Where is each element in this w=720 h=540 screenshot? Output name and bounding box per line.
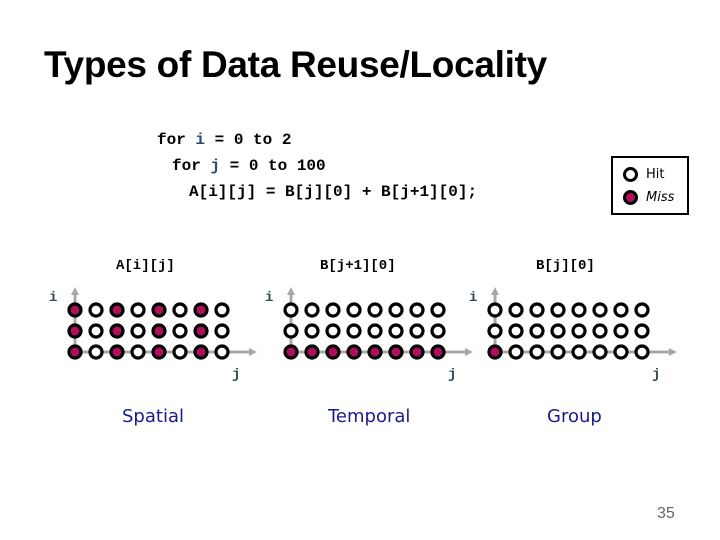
miss-circle bbox=[193, 323, 209, 339]
miss-circle bbox=[430, 344, 446, 360]
hit-circle bbox=[487, 302, 503, 318]
axis-j-arrowhead-icon bbox=[669, 348, 677, 356]
miss-circle bbox=[109, 302, 125, 318]
hit-circle bbox=[130, 302, 146, 318]
hit-circle bbox=[283, 302, 299, 318]
miss-circle bbox=[283, 344, 299, 360]
panel-group-grid bbox=[487, 287, 677, 360]
hit-circle bbox=[613, 323, 629, 339]
miss-circle bbox=[109, 323, 125, 339]
miss-circle bbox=[409, 344, 425, 360]
panel-spatial-grid bbox=[67, 287, 257, 360]
hit-circle bbox=[529, 344, 545, 360]
hit-circle bbox=[613, 302, 629, 318]
hit-circle bbox=[214, 344, 230, 360]
miss-circle bbox=[367, 344, 383, 360]
hit-circle bbox=[613, 344, 629, 360]
axis-i-arrowhead-icon bbox=[491, 287, 499, 295]
hit-circle bbox=[508, 344, 524, 360]
hit-circle bbox=[130, 323, 146, 339]
miss-circle bbox=[487, 344, 503, 360]
hit-circle bbox=[346, 302, 362, 318]
hit-circle bbox=[508, 323, 524, 339]
axis-i-arrowhead-icon bbox=[287, 287, 295, 295]
miss-circle bbox=[151, 302, 167, 318]
miss-circle bbox=[325, 344, 341, 360]
hit-circle bbox=[529, 323, 545, 339]
hit-circle bbox=[592, 323, 608, 339]
miss-circle bbox=[193, 302, 209, 318]
miss-circle bbox=[304, 344, 320, 360]
axis-j-arrowhead-icon bbox=[465, 348, 473, 356]
hit-circle bbox=[571, 323, 587, 339]
hit-circle bbox=[550, 323, 566, 339]
hit-circle bbox=[487, 323, 503, 339]
hit-circle bbox=[304, 323, 320, 339]
hit-circle bbox=[571, 344, 587, 360]
hit-circle bbox=[388, 302, 404, 318]
hit-circle bbox=[346, 323, 362, 339]
hit-circle bbox=[592, 344, 608, 360]
hit-circle bbox=[172, 302, 188, 318]
axis-j-arrowhead-icon bbox=[249, 348, 257, 356]
hit-circle bbox=[367, 323, 383, 339]
hit-circle bbox=[409, 302, 425, 318]
hit-circle bbox=[529, 302, 545, 318]
miss-circle bbox=[151, 344, 167, 360]
panel-temporal-grid bbox=[283, 287, 473, 360]
hit-circle bbox=[508, 302, 524, 318]
hit-circle bbox=[550, 302, 566, 318]
hit-circle bbox=[214, 323, 230, 339]
hit-circle bbox=[409, 323, 425, 339]
hit-circle bbox=[283, 323, 299, 339]
hit-circle bbox=[172, 323, 188, 339]
miss-circle bbox=[67, 344, 83, 360]
hit-circle bbox=[634, 302, 650, 318]
hit-circle bbox=[172, 344, 188, 360]
hit-circle bbox=[88, 302, 104, 318]
miss-circle bbox=[67, 323, 83, 339]
hit-circle bbox=[634, 323, 650, 339]
hit-circle bbox=[634, 344, 650, 360]
miss-circle bbox=[109, 344, 125, 360]
hit-circle bbox=[571, 302, 587, 318]
miss-circle bbox=[67, 302, 83, 318]
hit-circle bbox=[430, 323, 446, 339]
miss-circle bbox=[346, 344, 362, 360]
page-number: 35 bbox=[657, 505, 675, 522]
miss-circle bbox=[151, 323, 167, 339]
hit-circle bbox=[88, 323, 104, 339]
axis-i-arrowhead-icon bbox=[71, 287, 79, 295]
access-pattern-diagram bbox=[67, 287, 677, 360]
hit-circle bbox=[367, 302, 383, 318]
hit-circle bbox=[430, 302, 446, 318]
hit-circle bbox=[304, 302, 320, 318]
hit-circle bbox=[130, 344, 146, 360]
hit-circle bbox=[325, 302, 341, 318]
hit-circle bbox=[550, 344, 566, 360]
hit-circle bbox=[388, 323, 404, 339]
hit-circle bbox=[88, 344, 104, 360]
hit-circle bbox=[214, 302, 230, 318]
miss-circle bbox=[388, 344, 404, 360]
hit-circle bbox=[325, 323, 341, 339]
hit-circle bbox=[592, 302, 608, 318]
miss-circle bbox=[193, 344, 209, 360]
